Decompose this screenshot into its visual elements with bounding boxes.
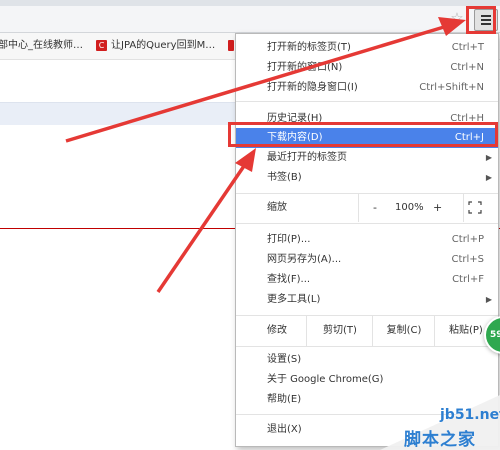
menu-item-label: 打印(P)... — [267, 234, 311, 245]
page-content-bar — [0, 102, 236, 125]
cut-button[interactable]: 剪切(T) — [306, 316, 373, 346]
menu-item-label: 打开新的隐身窗口(I) — [267, 82, 358, 93]
menu-item-label: 查找(F)... — [267, 274, 311, 285]
bookmark-item[interactable]: 部中心_在线教师… — [0, 33, 83, 59]
menu-item-shortcut: Ctrl+Shift+N — [419, 82, 484, 93]
menu-item-label: 关于 Google Chrome(G) — [267, 374, 384, 385]
menu-item-label: 更多工具(L) — [267, 294, 321, 305]
menu-recent-tabs[interactable]: 最近打开的标签页 ▶ — [236, 148, 498, 168]
watermark-domain: jb51.net — [440, 407, 500, 423]
menu-item-label: 帮助(E) — [267, 394, 302, 405]
menu-item-shortcut: Ctrl+F — [452, 274, 484, 285]
copy-button[interactable]: 复制(C) — [372, 316, 435, 346]
submenu-arrow-icon: ▶ — [485, 153, 492, 162]
menu-zoom-row: 缩放 - 100% + — [236, 194, 498, 222]
menu-item-label: 打开新的标签页(T) — [267, 42, 351, 53]
watermark-brand: 脚本之家 — [404, 430, 476, 450]
bookmark-icon — [228, 39, 234, 51]
zoom-in-button[interactable]: + — [433, 194, 442, 222]
menu-item-label: 最近打开的标签页 — [267, 152, 347, 163]
menu-new-tab[interactable]: 打开新的标签页(T) Ctrl+T — [236, 38, 498, 58]
bookmark-star-icon[interactable]: ☆ — [449, 9, 465, 27]
browser-toolbar — [0, 6, 500, 33]
csdn-c-icon: C — [96, 39, 107, 51]
menu-item-shortcut: Ctrl+P — [451, 234, 484, 245]
menu-item-label: 设置(S) — [267, 354, 302, 365]
menu-item-label: 打开新的窗口(N) — [267, 62, 343, 73]
menu-separator — [236, 101, 498, 102]
menu-settings[interactable]: 设置(S) — [236, 350, 498, 370]
menu-item-label: 退出(X) — [267, 424, 302, 435]
menu-item-shortcut: Ctrl+N — [450, 62, 484, 73]
menu-bookmarks[interactable]: 书签(B) ▶ — [236, 168, 498, 188]
chrome-main-menu: 打开新的标签页(T) Ctrl+T 打开新的窗口(N) Ctrl+N 打开新的隐… — [235, 33, 499, 447]
menu-more-tools[interactable]: 更多工具(L) ▶ — [236, 290, 498, 310]
menu-item-shortcut: Ctrl+S — [451, 254, 484, 265]
bookmark-label: 让JPA的Query回到M… — [111, 40, 216, 51]
menu-item-label: 书签(B) — [267, 172, 302, 183]
menu-item-shortcut: Ctrl+T — [451, 42, 484, 53]
menu-separator — [236, 346, 498, 347]
menu-print[interactable]: 打印(P)... Ctrl+P — [236, 230, 498, 250]
site-watermark: jb51.net 脚本之家 — [380, 395, 500, 450]
bookmark-label: 部中心_在线教师… — [0, 40, 83, 51]
menu-find[interactable]: 查找(F)... Ctrl+F — [236, 270, 498, 290]
arrow-line — [156, 165, 246, 293]
zoom-controls: - 100% + — [358, 194, 464, 222]
submenu-arrow-icon: ▶ — [485, 295, 492, 304]
menu-new-window[interactable]: 打开新的窗口(N) Ctrl+N — [236, 58, 498, 78]
menu-item-label: 网页另存为(A)... — [267, 254, 342, 265]
menu-save-page-as[interactable]: 网页另存为(A)... Ctrl+S — [236, 250, 498, 270]
annotation-box-downloads — [228, 122, 498, 147]
menu-new-incognito-window[interactable]: 打开新的隐身窗口(I) Ctrl+Shift+N — [236, 78, 498, 98]
zoom-label: 缩放 — [267, 202, 287, 213]
badge-count: 59 — [490, 330, 500, 340]
zoom-level-value: 100% — [395, 202, 424, 213]
annotation-box-menu-button — [466, 6, 496, 34]
menu-separator — [236, 223, 498, 224]
menu-about-chrome[interactable]: 关于 Google Chrome(G) — [236, 370, 498, 390]
fullscreen-icon[interactable] — [468, 201, 482, 214]
submenu-arrow-icon: ▶ — [485, 173, 492, 182]
edit-label: 修改 — [267, 325, 287, 336]
bookmark-item[interactable]: C 让JPA的Query回到M… — [96, 33, 215, 59]
menu-edit-row: 修改 剪切(T) 复制(C) 粘贴(P) — [236, 316, 498, 346]
zoom-out-button[interactable]: - — [373, 194, 377, 222]
